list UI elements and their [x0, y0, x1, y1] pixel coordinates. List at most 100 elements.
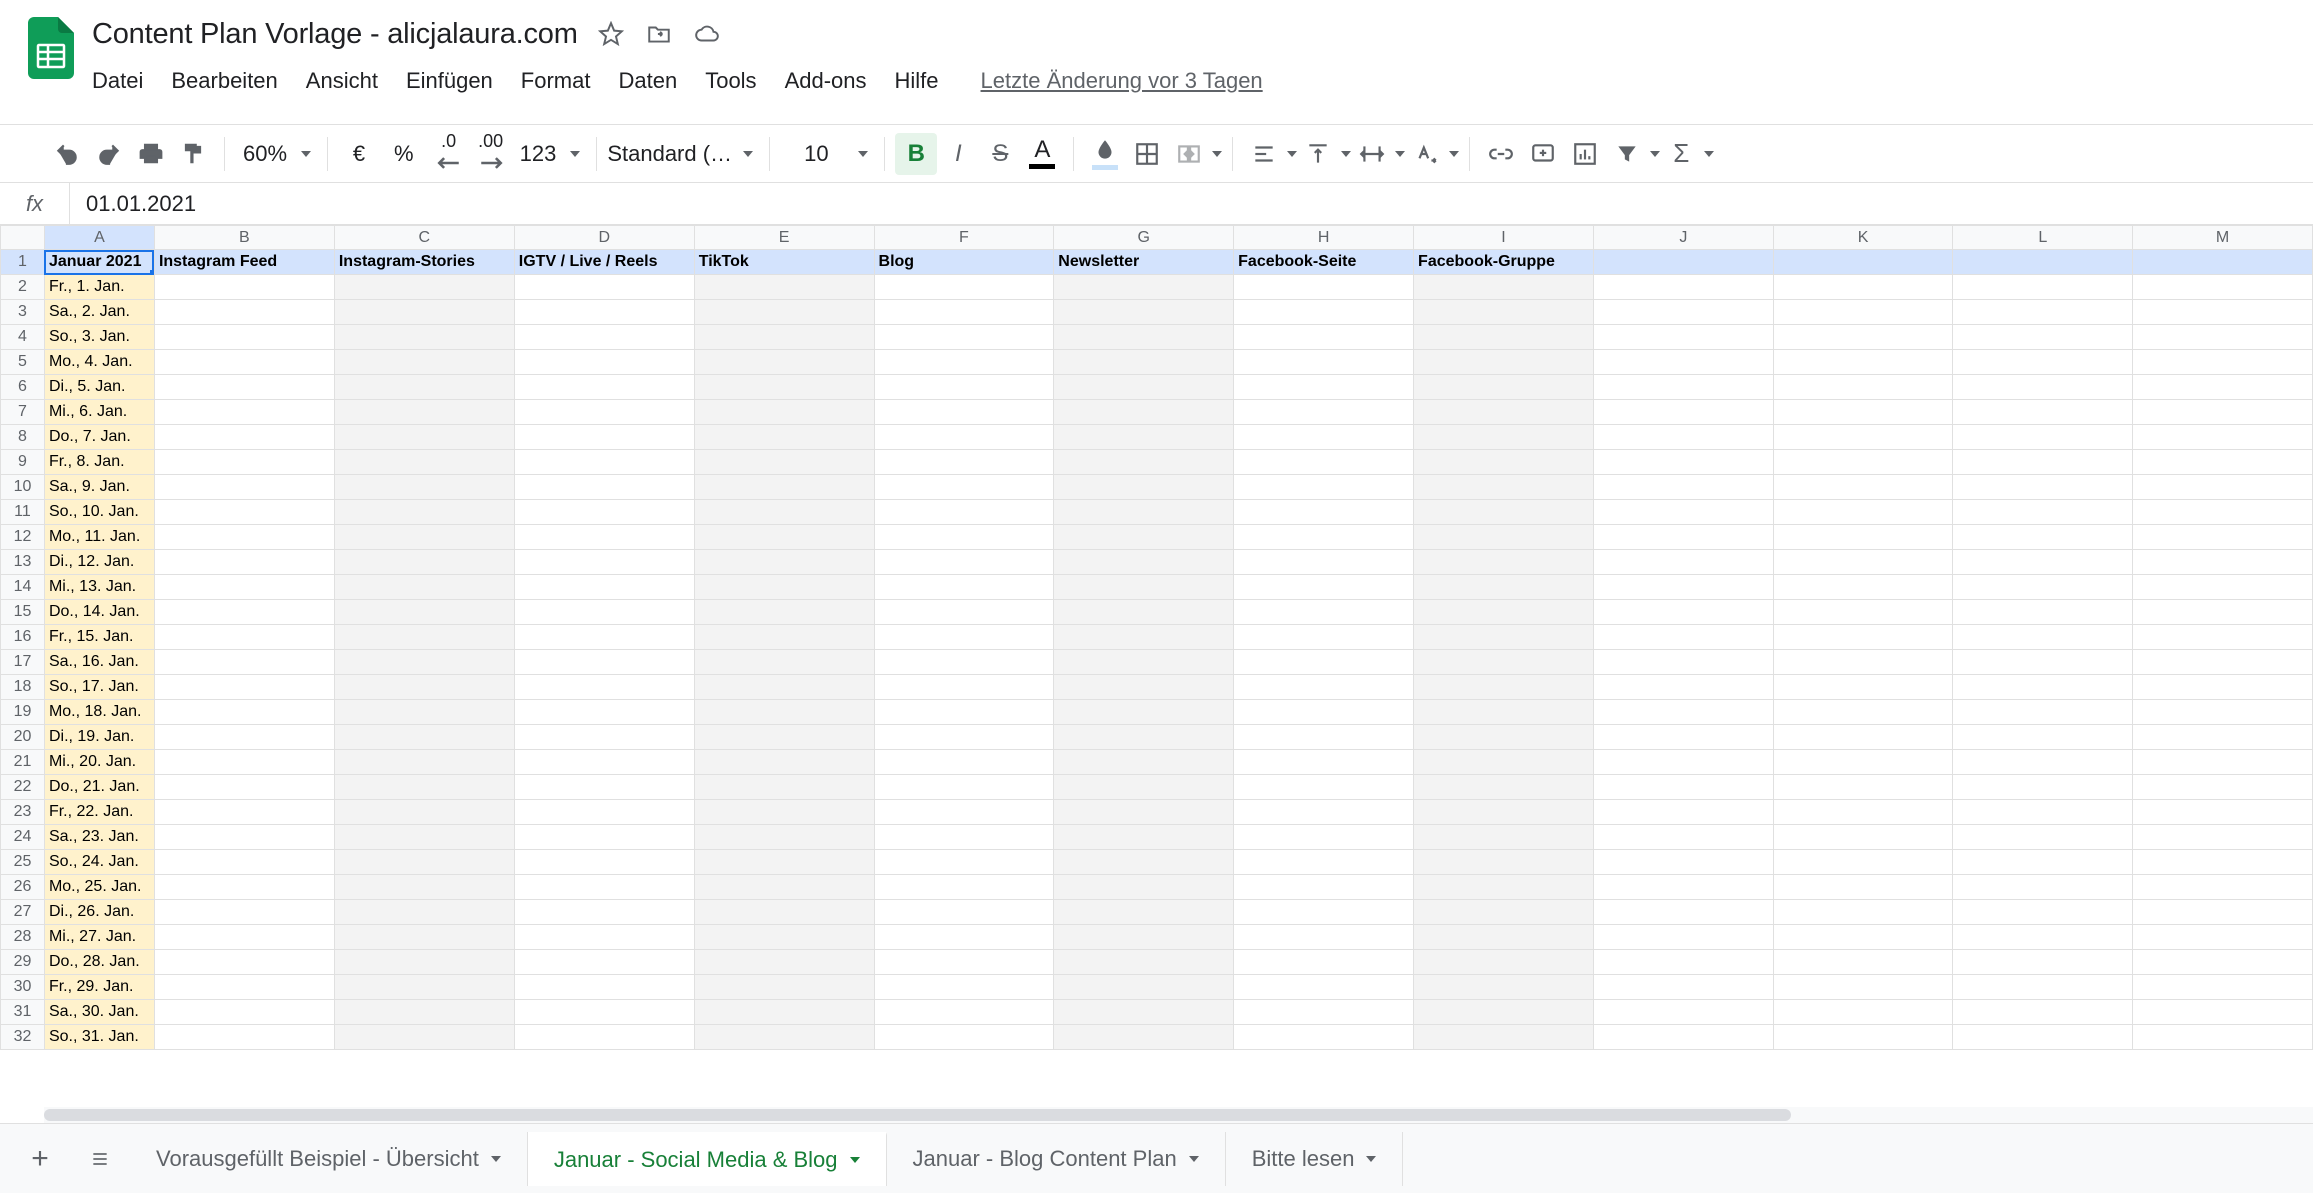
cell-D1[interactable]: IGTV / Live / Reels — [514, 250, 694, 275]
cell-H17[interactable] — [1234, 650, 1414, 675]
cell-D15[interactable] — [514, 600, 694, 625]
cell-G12[interactable] — [1054, 525, 1234, 550]
row-header-29[interactable]: 29 — [1, 950, 45, 975]
cell-A8[interactable]: Do., 7. Jan. — [44, 425, 154, 450]
cell-A12[interactable]: Mo., 11. Jan. — [44, 525, 154, 550]
cell-H15[interactable] — [1234, 600, 1414, 625]
row-header-27[interactable]: 27 — [1, 900, 45, 925]
row-header-4[interactable]: 4 — [1, 325, 45, 350]
more-formats-dropdown[interactable]: 123 — [512, 141, 587, 167]
cell-E8[interactable] — [694, 425, 874, 450]
cell-E14[interactable] — [694, 575, 874, 600]
cell-L9[interactable] — [1953, 450, 2133, 475]
cell-C11[interactable] — [334, 500, 514, 525]
cell-D9[interactable] — [514, 450, 694, 475]
cell-G1[interactable]: Newsletter — [1054, 250, 1234, 275]
cell-M12[interactable] — [2133, 525, 2313, 550]
cell-K26[interactable] — [1773, 875, 1953, 900]
cell-L26[interactable] — [1953, 875, 2133, 900]
cell-C20[interactable] — [334, 725, 514, 750]
cell-J23[interactable] — [1593, 800, 1773, 825]
cell-I12[interactable] — [1414, 525, 1594, 550]
cell-L11[interactable] — [1953, 500, 2133, 525]
cell-E3[interactable] — [694, 300, 874, 325]
row-header-23[interactable]: 23 — [1, 800, 45, 825]
cell-L16[interactable] — [1953, 625, 2133, 650]
cell-D10[interactable] — [514, 475, 694, 500]
cell-C18[interactable] — [334, 675, 514, 700]
cell-K12[interactable] — [1773, 525, 1953, 550]
cell-B32[interactable] — [154, 1025, 334, 1050]
cell-B21[interactable] — [154, 750, 334, 775]
cell-F29[interactable] — [874, 950, 1054, 975]
decrease-decimal-button[interactable]: .0 — [428, 133, 470, 175]
cell-D26[interactable] — [514, 875, 694, 900]
cell-M2[interactable] — [2133, 275, 2313, 300]
cell-B28[interactable] — [154, 925, 334, 950]
cell-A14[interactable]: Mi., 13. Jan. — [44, 575, 154, 600]
bold-button[interactable]: B — [895, 133, 937, 175]
cell-J26[interactable] — [1593, 875, 1773, 900]
cell-G28[interactable] — [1054, 925, 1234, 950]
cell-L13[interactable] — [1953, 550, 2133, 575]
cell-M13[interactable] — [2133, 550, 2313, 575]
cell-M25[interactable] — [2133, 850, 2313, 875]
cell-B30[interactable] — [154, 975, 334, 1000]
cell-L14[interactable] — [1953, 575, 2133, 600]
cell-E1[interactable]: TikTok — [694, 250, 874, 275]
column-header-L[interactable]: L — [1953, 226, 2133, 250]
cell-M26[interactable] — [2133, 875, 2313, 900]
cell-D32[interactable] — [514, 1025, 694, 1050]
row-header-2[interactable]: 2 — [1, 275, 45, 300]
cell-G7[interactable] — [1054, 400, 1234, 425]
cell-I26[interactable] — [1414, 875, 1594, 900]
row-header-16[interactable]: 16 — [1, 625, 45, 650]
cell-M29[interactable] — [2133, 950, 2313, 975]
cell-M6[interactable] — [2133, 375, 2313, 400]
cell-F17[interactable] — [874, 650, 1054, 675]
column-header-F[interactable]: F — [874, 226, 1054, 250]
cell-G14[interactable] — [1054, 575, 1234, 600]
cell-H19[interactable] — [1234, 700, 1414, 725]
cell-L31[interactable] — [1953, 1000, 2133, 1025]
cell-D22[interactable] — [514, 775, 694, 800]
cell-K31[interactable] — [1773, 1000, 1953, 1025]
cell-F8[interactable] — [874, 425, 1054, 450]
cell-M27[interactable] — [2133, 900, 2313, 925]
cell-G20[interactable] — [1054, 725, 1234, 750]
cell-B25[interactable] — [154, 850, 334, 875]
cell-F24[interactable] — [874, 825, 1054, 850]
cell-F27[interactable] — [874, 900, 1054, 925]
cell-B15[interactable] — [154, 600, 334, 625]
cell-L19[interactable] — [1953, 700, 2133, 725]
cell-C25[interactable] — [334, 850, 514, 875]
cell-I19[interactable] — [1414, 700, 1594, 725]
cell-K19[interactable] — [1773, 700, 1953, 725]
cell-G16[interactable] — [1054, 625, 1234, 650]
cell-M23[interactable] — [2133, 800, 2313, 825]
row-header-20[interactable]: 20 — [1, 725, 45, 750]
redo-button[interactable] — [88, 133, 130, 175]
cell-E32[interactable] — [694, 1025, 874, 1050]
cell-B18[interactable] — [154, 675, 334, 700]
cell-B13[interactable] — [154, 550, 334, 575]
cell-G10[interactable] — [1054, 475, 1234, 500]
cell-L23[interactable] — [1953, 800, 2133, 825]
cell-G23[interactable] — [1054, 800, 1234, 825]
cell-K6[interactable] — [1773, 375, 1953, 400]
row-header-7[interactable]: 7 — [1, 400, 45, 425]
sheet-tab-3[interactable]: Januar - Blog Content Plan — [887, 1132, 1226, 1186]
borders-button[interactable] — [1126, 133, 1168, 175]
cell-H14[interactable] — [1234, 575, 1414, 600]
row-header-22[interactable]: 22 — [1, 775, 45, 800]
cell-J27[interactable] — [1593, 900, 1773, 925]
cell-F9[interactable] — [874, 450, 1054, 475]
cell-C13[interactable] — [334, 550, 514, 575]
cell-K2[interactable] — [1773, 275, 1953, 300]
cell-B2[interactable] — [154, 275, 334, 300]
column-header-E[interactable]: E — [694, 226, 874, 250]
cell-H30[interactable] — [1234, 975, 1414, 1000]
cell-D18[interactable] — [514, 675, 694, 700]
cell-D16[interactable] — [514, 625, 694, 650]
sheet-tab-4[interactable]: Bitte lesen — [1226, 1132, 1404, 1186]
